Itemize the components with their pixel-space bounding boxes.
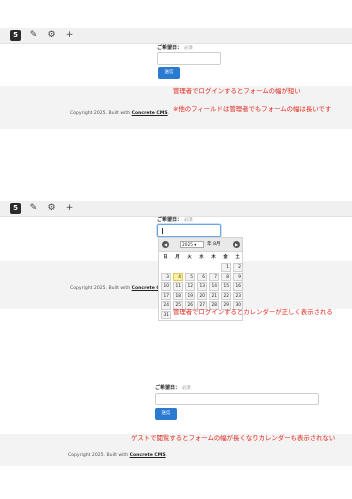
footer-prefix: Copyright 2025. Built with: [70, 286, 132, 291]
calendar-day[interactable]: 31: [161, 310, 171, 319]
plus-icon[interactable]: +: [64, 203, 75, 214]
date-input-wide[interactable]: [155, 393, 319, 405]
calendar-header: ◀ 2025 ▾ 年 8月 ▶: [159, 238, 242, 252]
calendar-day[interactable]: 12: [185, 282, 195, 291]
admin-toolbar: 5 ✎ ⚙ +: [0, 201, 352, 217]
calendar-day[interactable]: 22: [221, 291, 231, 300]
calendar-day[interactable]: 20: [197, 291, 207, 300]
calendar-day[interactable]: 14: [209, 282, 219, 291]
weekday-header: 火: [187, 255, 192, 260]
date-field-label: ご希望日： 必須: [155, 384, 191, 391]
prev-month-icon[interactable]: ◀: [162, 241, 169, 248]
calendar-day[interactable]: 18: [173, 291, 183, 300]
next-month-icon[interactable]: ▶: [233, 241, 240, 248]
calendar-day[interactable]: 9: [233, 272, 243, 281]
weekday-header: 日: [163, 255, 168, 260]
submit-button[interactable]: 送信: [158, 67, 180, 79]
gear-icon[interactable]: ⚙: [46, 30, 57, 41]
date-field-label-text: ご希望日：: [157, 217, 183, 223]
calendar-day[interactable]: 3: [161, 272, 171, 281]
footer-copyright: Copyright 2025. Built with Concrete CMS.: [70, 111, 169, 116]
calendar-day[interactable]: 10: [161, 282, 171, 291]
weekday-header: 土: [235, 255, 240, 260]
submit-button[interactable]: 送信: [155, 408, 177, 420]
annotation-note-1: 管理者でログインするとフォームの幅が短い: [173, 87, 301, 95]
footer-copyright: Copyright 2025. Built with Concrete CMS.: [70, 286, 169, 291]
date-field-label: ご希望日： 必須: [157, 44, 193, 51]
calendar-day[interactable]: 8: [221, 272, 231, 281]
text-caret: [162, 228, 163, 234]
footer-copyright: Copyright 2025. Built with Concrete CMS.: [68, 453, 167, 458]
weekday-header: 水: [199, 255, 204, 260]
annotation-note-4: ゲストで閲覧するとフォームの幅が長くなりカレンダーも表示されない: [131, 434, 336, 442]
gear-icon[interactable]: ⚙: [46, 203, 57, 214]
calendar-day[interactable]: 2: [233, 263, 243, 272]
weekday-header: 木: [211, 255, 216, 260]
date-field-label-text: ご希望日：: [157, 45, 183, 51]
weekday-header: 月: [175, 255, 180, 260]
concrete-logo-icon[interactable]: 5: [10, 203, 21, 214]
pencil-icon[interactable]: ✎: [28, 203, 39, 214]
footer-brand-link[interactable]: Concrete CMS: [130, 453, 166, 458]
footer-prefix: Copyright 2025. Built with: [70, 111, 132, 116]
calendar-day[interactable]: 19: [185, 291, 195, 300]
calendar-day[interactable]: 17: [161, 291, 171, 300]
date-input[interactable]: [157, 52, 221, 65]
required-marker: 必須: [184, 218, 193, 223]
calendar-day[interactable]: 5: [185, 272, 195, 281]
concrete-logo-icon[interactable]: 5: [10, 30, 21, 41]
pencil-icon[interactable]: ✎: [28, 30, 39, 41]
date-field-label: ご希望日： 必須: [157, 216, 193, 223]
annotation-note-2: ※他のフィールドは管理者でもフォームの幅は長いです: [173, 105, 332, 113]
required-marker: 必須: [182, 386, 191, 391]
date-field-label-text: ご希望日：: [155, 385, 181, 391]
annotation-note-3: 管理者でログインするとカレンダーが正しく表示される: [173, 308, 333, 316]
year-suffix: 年: [207, 242, 212, 247]
calendar-day[interactable]: 4: [173, 272, 183, 281]
calendar-day[interactable]: 1: [221, 263, 231, 272]
required-marker: 必須: [184, 46, 193, 51]
year-select[interactable]: 2025 ▾: [180, 241, 204, 248]
month-label: 年 8月: [207, 241, 221, 248]
calendar-day[interactable]: 13: [197, 282, 207, 291]
month-name: 8月: [213, 242, 221, 247]
footer-brand-link[interactable]: Concrete CMS: [132, 111, 168, 116]
calendar-day[interactable]: 15: [221, 282, 231, 291]
footer-suffix: .: [165, 453, 168, 458]
weekday-header: 金: [223, 255, 228, 260]
calendar-day[interactable]: 11: [173, 282, 183, 291]
calendar-day[interactable]: 7: [209, 272, 219, 281]
calendar-day[interactable]: 21: [209, 291, 219, 300]
plus-icon[interactable]: +: [64, 30, 75, 41]
calendar-day[interactable]: 24: [161, 301, 171, 310]
footer-suffix: .: [167, 111, 170, 116]
calendar-day[interactable]: 23: [233, 291, 243, 300]
date-input-focused[interactable]: [157, 224, 221, 237]
calendar-day[interactable]: 6: [197, 272, 207, 281]
footer-prefix: Copyright 2025. Built with: [68, 453, 130, 458]
calendar-day[interactable]: 16: [233, 282, 243, 291]
year-select-value: 2025: [182, 243, 193, 248]
admin-toolbar: 5 ✎ ⚙ +: [0, 28, 352, 44]
